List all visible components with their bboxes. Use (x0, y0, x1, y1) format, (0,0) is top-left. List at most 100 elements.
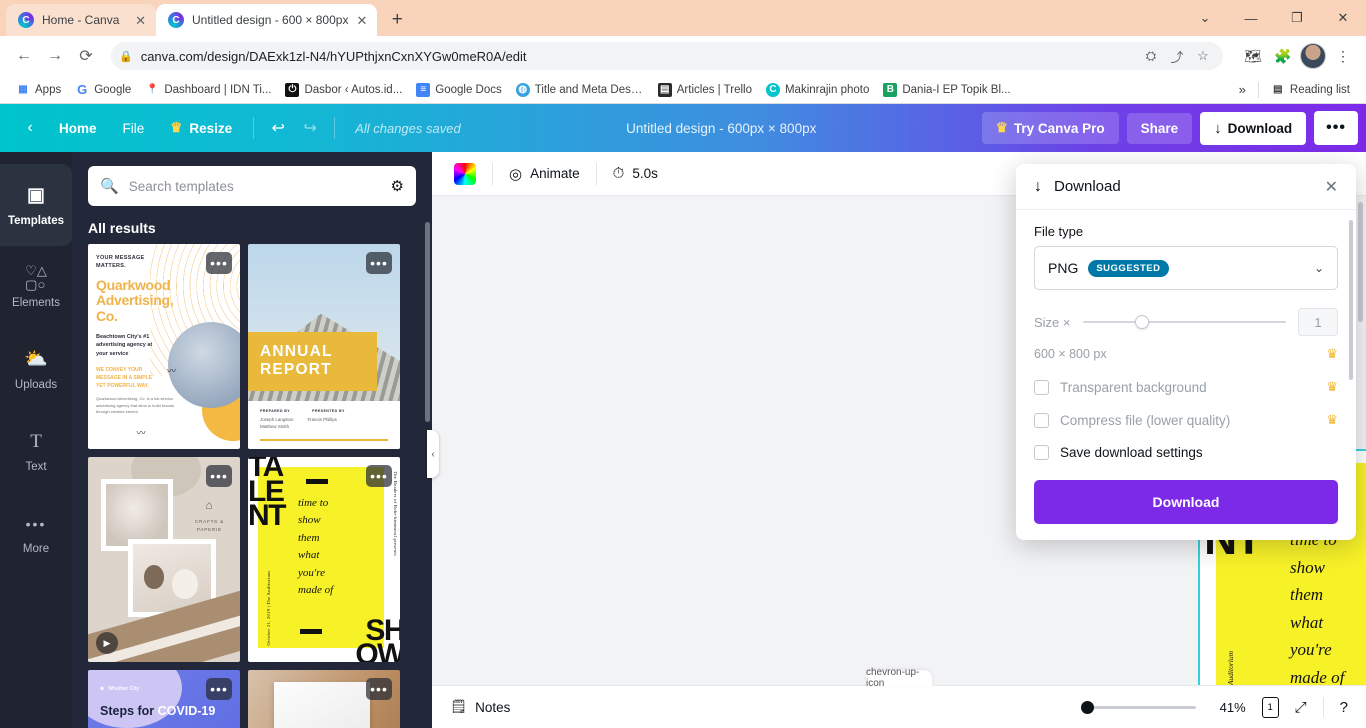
sidebar-item-text[interactable]: T Text (0, 410, 72, 492)
file-menu-button[interactable]: File (110, 114, 158, 143)
tab-close-icon[interactable]: ✕ (135, 14, 146, 27)
download-button[interactable]: ↓ Download (1200, 111, 1307, 145)
resize-button[interactable]: ♛ Resize (157, 113, 245, 143)
help-question-icon[interactable]: ? (1340, 699, 1348, 716)
tab-close-icon[interactable]: ✕ (356, 14, 367, 27)
reload-icon[interactable]: ⟳ (72, 42, 100, 70)
card-menu-icon[interactable]: ••• (366, 465, 392, 487)
chevron-left-icon[interactable]: ‹ (14, 112, 46, 144)
decorative-dash (300, 629, 322, 634)
extensions-omnibox-icon[interactable]: ⛭ (1139, 44, 1163, 68)
expand-arrows-icon[interactable]: ⤢ (1295, 699, 1307, 716)
duration-button[interactable]: ⏱ 5.0s (613, 165, 658, 182)
chevron-down-icon[interactable]: ⌄ (1182, 0, 1228, 36)
download-panel-header: ↓ Download ✕ (1016, 164, 1356, 210)
panel-collapse-handle[interactable]: ‹ (427, 430, 439, 478)
option-transparent-background[interactable]: Transparent background ♛ (1034, 379, 1338, 395)
template-card-crafts-paperie[interactable]: ••• ⌂ CRAFTS & PAPERIE ▶ (88, 457, 240, 662)
animate-button[interactable]: ◎ Animate (509, 165, 580, 183)
option-save-download-settings[interactable]: Save download settings (1034, 445, 1338, 460)
zoom-slider-knob[interactable] (1080, 700, 1094, 714)
search-box[interactable]: 🔍 ⚙ (88, 166, 416, 206)
browser-tab-home[interactable]: C Home - Canva ✕ (6, 4, 156, 36)
maps-icon[interactable]: 🗺 (1240, 43, 1266, 69)
reading-list-button[interactable]: ▤ Reading list (1265, 80, 1356, 100)
bookmark-dashboard-idn[interactable]: 📍 Dashboard | IDN Ti... (139, 80, 277, 100)
sidebar-item-uploads[interactable]: ⛅ Uploads (0, 328, 72, 410)
filter-sliders-icon[interactable]: ⚙ (391, 177, 404, 195)
three-dot-menu-icon[interactable]: ⋮ (1330, 43, 1356, 69)
minimize-icon[interactable]: — (1228, 0, 1274, 36)
bookmark-apps[interactable]: ▦ Apps (10, 80, 67, 100)
download-submit-button[interactable]: Download (1034, 480, 1338, 524)
more-options-button[interactable]: ••• (1314, 111, 1358, 145)
bookmarks-overflow-icon[interactable]: » (1233, 80, 1252, 99)
card-menu-icon[interactable]: ••• (206, 252, 232, 274)
puzzle-extension-icon[interactable]: 🧩 (1270, 43, 1296, 69)
page-count-icon[interactable]: 1 (1261, 696, 1279, 718)
search-input[interactable] (128, 178, 381, 194)
canvas-scrollbar[interactable] (1358, 202, 1363, 322)
browser-tab-untitled-design[interactable]: C Untitled design - 600 × 800px ✕ (156, 4, 378, 36)
bookmark-articles-trello[interactable]: ▤ Articles | Trello (652, 80, 758, 100)
option-compress-file[interactable]: Compress file (lower quality) ♛ (1034, 412, 1338, 428)
bookmark-title-meta-desc[interactable]: ◍ Title and Meta Desc... (510, 80, 650, 100)
template-card-talent-show[interactable]: ••• TA LE NT time to show them what you'… (248, 457, 400, 662)
chevron-down-icon: ⌄ (1313, 261, 1324, 275)
back-icon[interactable]: ← (10, 42, 38, 70)
notes-button[interactable]: 🗒 Notes (450, 699, 510, 715)
card-menu-icon[interactable]: ••• (206, 465, 232, 487)
undo-icon[interactable]: ↩ (262, 112, 294, 144)
forward-icon[interactable]: → (41, 42, 69, 70)
template-card-covid-steps[interactable]: ••• ❀ Whether City Steps for COVID-19 (88, 670, 240, 728)
bookmark-label: Dasbor ‹ Autos.id... (304, 83, 403, 96)
card-title: Steps for COVID-19 (100, 704, 215, 718)
template-card-quarkwood[interactable]: ••• YOUR MESSAGE MATTERS. Quarkwood Adve… (88, 244, 240, 449)
card-menu-icon[interactable]: ••• (366, 252, 392, 274)
sidebar-item-elements[interactable]: ♡△ ▢○ Elements (0, 246, 72, 328)
page-collapse-handle[interactable]: chevron-up-icon (866, 667, 932, 689)
bookmark-dania-ep-topik[interactable]: B Dania-I EP Topik Bl... (877, 80, 1016, 100)
bookmark-google[interactable]: G Google (69, 80, 137, 100)
card-menu-icon[interactable]: ••• (366, 678, 392, 700)
design-title[interactable]: Untitled design - 600px × 800px (626, 121, 816, 136)
bookmark-dasbor-autos[interactable]: ⏻ Dasbor ‹ Autos.id... (279, 80, 408, 100)
zoom-slider[interactable] (1080, 700, 1196, 714)
close-icon[interactable]: ✕ (1325, 177, 1338, 197)
file-type-select[interactable]: PNG SUGGESTED ⌄ (1034, 246, 1338, 290)
design-italic-text[interactable]: time to show them what you're made of (1290, 526, 1344, 685)
window-close-icon[interactable]: ✕ (1320, 0, 1366, 36)
star-icon[interactable]: ☆ (1191, 44, 1215, 68)
bookmark-makinrajin-photo[interactable]: C Makinrajin photo (760, 80, 875, 100)
card-menu-icon[interactable]: ••• (206, 678, 232, 700)
avatar[interactable] (1300, 43, 1326, 69)
share-button[interactable]: Share (1126, 112, 1193, 144)
home-button[interactable]: Home (46, 114, 110, 143)
sidebar-item-templates[interactable]: ▣ Templates (0, 164, 72, 246)
bookmark-google-docs[interactable]: ≡ Google Docs (410, 80, 507, 100)
checkbox[interactable] (1034, 412, 1049, 428)
option-label: Save download settings (1060, 445, 1203, 460)
zoom-level: 41% (1219, 699, 1246, 715)
try-canva-pro-button[interactable]: ♛ Try Canva Pro (981, 112, 1119, 144)
maximize-icon[interactable]: ❐ (1274, 0, 1320, 36)
rainbow-color-swatch[interactable] (454, 162, 476, 185)
panel-scrollbar[interactable] (425, 222, 430, 422)
size-slider[interactable] (1082, 315, 1286, 329)
new-tab-button[interactable]: + (383, 6, 411, 34)
download-arrow-icon: ↓ (1214, 119, 1222, 137)
size-value-input[interactable]: 1 (1298, 308, 1338, 336)
address-bar[interactable]: 🔒 canva.com/design/DAExk1zl-N4/hYUPthjxn… (111, 42, 1223, 70)
template-card-paper-mockup[interactable]: ••• (248, 670, 400, 728)
play-icon[interactable]: ▶ (96, 632, 118, 654)
download-panel-scrollbar[interactable] (1349, 220, 1353, 380)
share-icon[interactable]: ⤴ (1165, 44, 1189, 68)
sidebar-item-more[interactable]: ••• More (0, 492, 72, 574)
size-slider-knob[interactable] (1135, 315, 1150, 329)
redo-icon[interactable]: ↪ (294, 112, 326, 144)
checkbox[interactable] (1034, 379, 1049, 395)
checkbox[interactable] (1034, 445, 1049, 460)
pin-icon: 📍 (146, 84, 159, 95)
template-card-annual-report[interactable]: ••• ANNUAL REPORT PREPARED BY PRESENTED … (248, 244, 400, 449)
design-vertical-left-text[interactable]: October 21, 2019 | The Auditorium (1226, 651, 1235, 685)
